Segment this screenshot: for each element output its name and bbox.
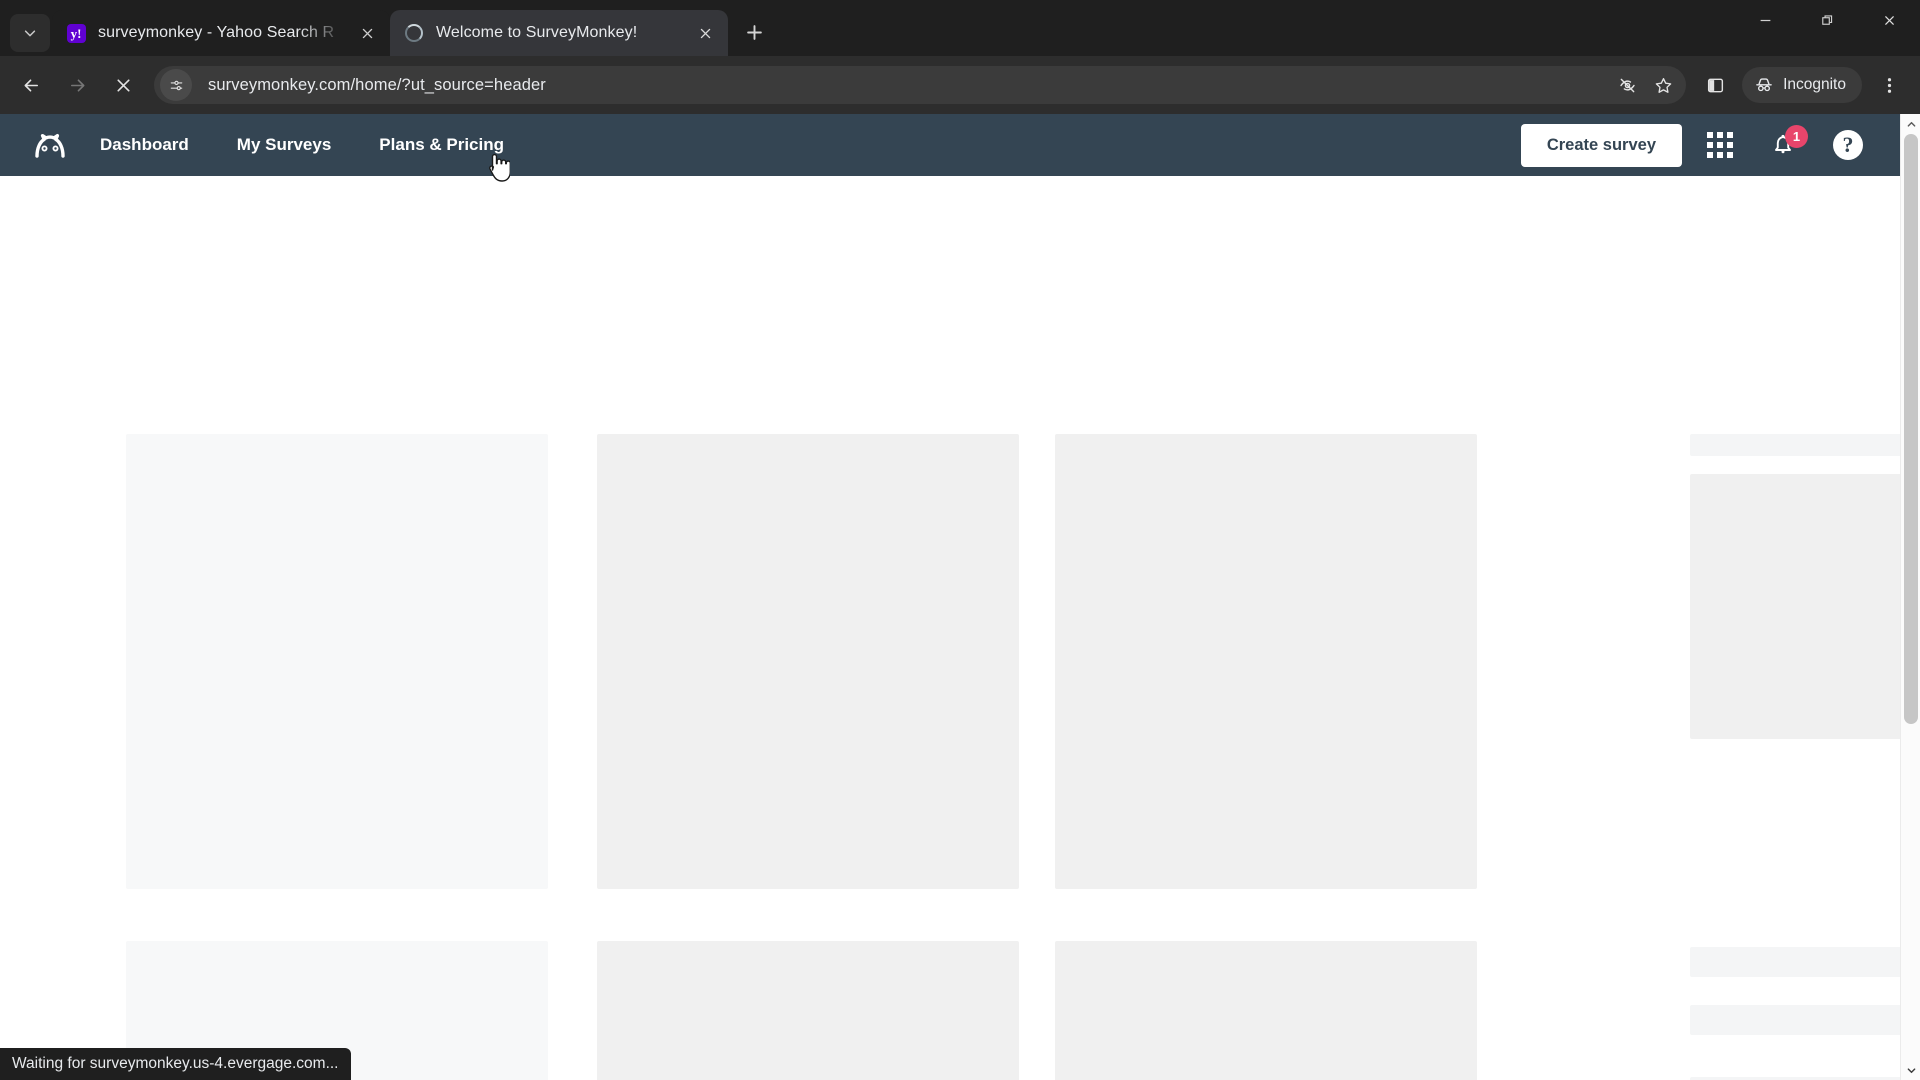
skeleton-card	[597, 434, 1019, 889]
tab-strip: y! surveymonkey - Yahoo Search R Welcome…	[0, 0, 1920, 56]
skeleton-card	[1055, 434, 1477, 889]
help-button[interactable]: ?	[1822, 119, 1874, 171]
browser-toolbar: surveymonkey.com/home/?ut_source=header	[0, 56, 1920, 114]
chevron-up-icon	[1907, 121, 1915, 127]
tab-search-button[interactable]	[10, 14, 50, 52]
bookmark-button[interactable]	[1646, 68, 1680, 102]
scrollbar-up-button[interactable]	[1901, 114, 1920, 134]
skeleton-sidebar-row	[1690, 947, 1920, 977]
side-panel-button[interactable]	[1695, 65, 1735, 105]
surveymonkey-navbar: Dashboard My Surveys Plans & Pricing Cre…	[0, 114, 1900, 176]
browser-status-bubble: Waiting for surveymonkey.us-4.evergage.c…	[0, 1048, 351, 1080]
yahoo-icon: y!	[66, 23, 86, 43]
address-bar[interactable]: surveymonkey.com/home/?ut_source=header	[154, 66, 1687, 104]
tab-title: Welcome to SurveyMonkey!	[436, 24, 638, 41]
incognito-hat-icon	[1756, 78, 1772, 92]
notifications-button[interactable]: 1	[1758, 119, 1810, 171]
incognito-indicator[interactable]: Incognito	[1742, 67, 1862, 103]
maximize-button[interactable]	[1796, 0, 1858, 40]
site-settings-button[interactable]	[160, 69, 192, 101]
notification-badge: 1	[1785, 125, 1808, 148]
loading-spinner-icon	[404, 23, 424, 43]
side-panel-icon	[1707, 78, 1723, 92]
sidebar-item-dashboard[interactable]: Dashboard	[100, 135, 189, 155]
arrow-left-icon	[24, 78, 38, 92]
eye-off-icon	[1619, 78, 1635, 92]
help-question-icon: ?	[1833, 130, 1863, 160]
tracking-protection-button[interactable]	[1610, 68, 1644, 102]
scrollbar-thumb[interactable]	[1904, 134, 1918, 724]
forward-button[interactable]	[56, 64, 98, 106]
tune-settings-icon	[170, 80, 182, 90]
browser-tab-active[interactable]: Welcome to SurveyMonkey!	[390, 10, 728, 56]
sidebar-item-plans-pricing[interactable]: Plans & Pricing	[379, 135, 504, 155]
skeleton-sidebar-block	[1690, 474, 1920, 739]
create-survey-button[interactable]: Create survey	[1520, 123, 1682, 167]
incognito-label: Incognito	[1783, 76, 1846, 93]
stop-loading-button[interactable]	[102, 64, 144, 106]
scrollbar-down-button[interactable]	[1901, 1060, 1920, 1080]
chevron-down-icon	[1907, 1067, 1915, 1073]
tab-close-button[interactable]	[692, 20, 718, 46]
tab-title: surveymonkey - Yahoo Search R	[98, 24, 335, 41]
skeleton-card	[126, 434, 548, 889]
navbar-actions: Create survey 1 ?	[1520, 119, 1900, 171]
toolbar-right-actions: Incognito	[1692, 65, 1912, 105]
skeleton-sidebar-header	[1690, 434, 1920, 456]
chevron-down-icon	[24, 30, 36, 37]
browser-menu-button[interactable]	[1869, 65, 1909, 105]
page-scrollbar[interactable]	[1900, 114, 1920, 1080]
star-icon	[1655, 77, 1671, 93]
url-text[interactable]: surveymonkey.com/home/?ut_source=header	[208, 76, 1610, 95]
page-viewport: Dashboard My Surveys Plans & Pricing Cre…	[0, 114, 1920, 1080]
restore-icon	[1821, 14, 1832, 25]
plus-icon	[746, 24, 762, 40]
minimize-icon	[1760, 19, 1770, 21]
dashboard-loading-skeleton	[0, 176, 1920, 1080]
close-icon	[1884, 15, 1894, 25]
sidebar-item-my-surveys[interactable]: My Surveys	[237, 135, 332, 155]
stop-loading-icon	[116, 78, 130, 92]
close-window-button[interactable]	[1858, 0, 1920, 40]
apps-grid-icon	[1707, 132, 1733, 158]
new-tab-button[interactable]	[736, 14, 772, 50]
close-icon	[362, 28, 372, 38]
browser-tab-inactive[interactable]: y! surveymonkey - Yahoo Search R	[52, 10, 390, 56]
back-button[interactable]	[10, 64, 52, 106]
three-dot-menu-icon	[1887, 77, 1891, 93]
minimize-button[interactable]	[1734, 0, 1796, 40]
arrow-right-icon	[70, 78, 84, 92]
skeleton-sidebar-row	[1690, 1005, 1920, 1035]
skeleton-card	[1055, 941, 1477, 1080]
browser-window: y! surveymonkey - Yahoo Search R Welcome…	[0, 0, 1920, 1080]
tab-close-button[interactable]	[354, 20, 380, 46]
apps-grid-button[interactable]	[1694, 119, 1746, 171]
close-icon	[700, 28, 710, 38]
omnibox-actions	[1610, 68, 1682, 102]
surveymonkey-logo-icon[interactable]	[28, 123, 72, 167]
window-controls	[1734, 0, 1920, 40]
skeleton-card	[597, 941, 1019, 1080]
